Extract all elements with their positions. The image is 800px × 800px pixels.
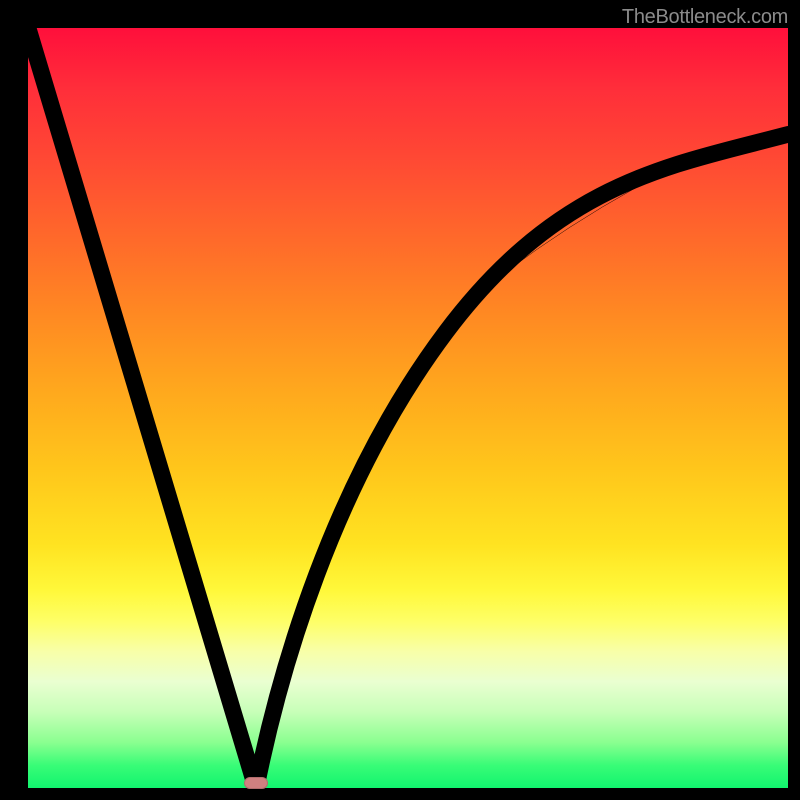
curve-svg <box>28 28 788 788</box>
left-branch-thick <box>28 28 256 788</box>
chart-frame: TheBottleneck.com <box>0 0 800 800</box>
right-branch-path <box>256 134 788 788</box>
bottleneck-marker <box>244 777 268 789</box>
plot-area <box>28 28 788 788</box>
right-branch-thick <box>256 134 788 788</box>
watermark-text: TheBottleneck.com <box>622 6 788 29</box>
